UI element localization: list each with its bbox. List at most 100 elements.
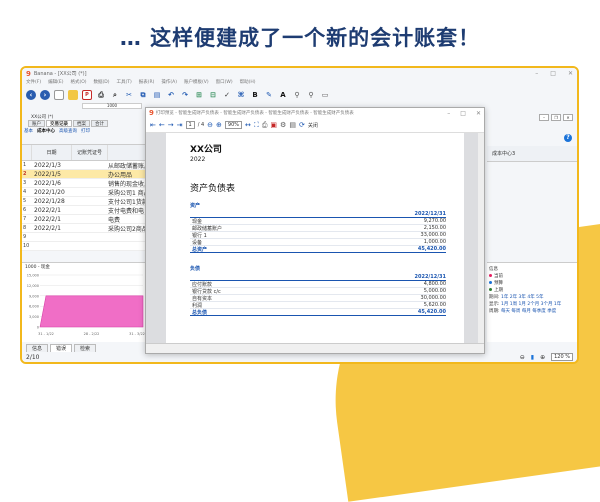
show-links[interactable]: 1月 1周 1月 2个月 3个月 1年 — [501, 302, 561, 307]
line-label: 银行 1 — [192, 232, 207, 239]
row-number-box[interactable]: 1000 — [82, 103, 142, 109]
replace-icon[interactable]: ⚲ — [306, 90, 316, 100]
x-tick-label: 28 - 2/22 — [84, 332, 100, 336]
preview-zoom-select[interactable]: 90% — [224, 121, 243, 129]
bold-icon[interactable]: B — [250, 90, 260, 100]
close-icon[interactable]: ✕ — [568, 70, 573, 77]
last-page-icon[interactable]: ⇥ — [177, 121, 183, 129]
tab-accounts[interactable]: 账户 — [28, 120, 45, 127]
new-file-icon[interactable] — [54, 90, 64, 100]
column-cost-center-3[interactable]: 成本中心3 — [487, 146, 577, 162]
cell-date[interactable]: 2022/1/6 — [32, 180, 72, 187]
doc-restore-icon[interactable]: ❐ — [551, 114, 561, 121]
zoom-out-icon[interactable]: ⊖ — [520, 354, 525, 361]
page-number-input[interactable]: 1 — [185, 121, 195, 129]
zoom-slider[interactable]: ▮ — [531, 354, 534, 361]
info-heading: 信息 — [489, 267, 498, 272]
check-icon[interactable]: ✓ — [222, 90, 232, 100]
zoom-in-icon[interactable]: ⊕ — [540, 354, 545, 361]
undo-icon[interactable]: ↶ — [166, 90, 176, 100]
view-print[interactable]: 打印 — [81, 128, 90, 134]
tab-transactions[interactable]: 交易记录 — [46, 120, 72, 127]
preview-minimize-icon[interactable]: – — [447, 110, 450, 117]
print-icon[interactable]: ⎙ — [262, 121, 268, 130]
menu-window[interactable]: 窗口(W) — [216, 79, 233, 87]
print-icon[interactable]: ⎙ — [96, 90, 106, 100]
column-voucher[interactable]: 记账凭证号 — [72, 145, 108, 160]
attach-icon[interactable]: ⌘ — [236, 90, 246, 100]
menu-data[interactable]: 数据(D) — [94, 79, 110, 87]
tab-totals[interactable]: 合计 — [91, 120, 108, 127]
page-setup-icon[interactable]: ▤ — [289, 121, 296, 129]
paste-icon[interactable]: ▤ — [152, 90, 162, 100]
view-basic[interactable]: 基本 — [24, 128, 33, 134]
cell-date[interactable]: 2022/1/5 — [32, 171, 72, 178]
help-icon[interactable]: ? — [564, 134, 572, 142]
menu-tools[interactable]: 工具(T) — [117, 79, 132, 87]
view-tab-bar: 基本 成本中心 高级查询 打印 — [22, 127, 152, 134]
cut-icon[interactable]: ✂ — [124, 90, 134, 100]
cell-date[interactable]: 2022/2/1 — [32, 216, 72, 223]
pdf-icon[interactable]: P — [82, 90, 92, 100]
doc-close-icon[interactable]: ✕ — [563, 114, 573, 121]
row-position: 2/10 — [26, 353, 40, 361]
insert-row-icon[interactable]: ⊞ — [194, 90, 204, 100]
tab-archive[interactable]: 档案 — [73, 120, 90, 127]
open-folder-icon[interactable] — [68, 90, 78, 100]
zoom-level[interactable]: 120 % — [551, 353, 573, 361]
preview-icon[interactable]: ⌕ — [110, 90, 120, 100]
column-date[interactable]: 日期 — [32, 145, 72, 160]
menu-format[interactable]: 格式(O) — [70, 79, 86, 87]
view-advanced[interactable]: 高级查询 — [59, 128, 77, 134]
menu-edit[interactable]: 编辑(E) — [48, 79, 63, 87]
fit-page-icon[interactable]: ⛶ — [254, 121, 259, 130]
preview-horizontal-scrollbar[interactable] — [146, 343, 484, 353]
delete-row-icon[interactable]: ⊟ — [208, 90, 218, 100]
menu-file[interactable]: 文件(F) — [26, 79, 41, 87]
copy-icon[interactable]: ⧉ — [138, 90, 148, 100]
right-pane: – ❐ ✕ ? 成本中心3 信息 当前 预算 上期 期间: 1年 2年 3年 4… — [487, 112, 577, 352]
menu-templates[interactable]: 账户模板(V) — [184, 79, 209, 87]
menu-help[interactable]: 帮助(H) — [240, 79, 256, 87]
next-page-icon[interactable]: → — [168, 121, 174, 129]
doc-minimize-icon[interactable]: – — [539, 114, 549, 121]
cash-balance-area — [39, 295, 144, 328]
line-amount: 1,000.00 — [423, 239, 446, 245]
cycle-links[interactable]: 每天 每周 每月 每季度 季度 — [501, 309, 556, 314]
minimize-icon[interactable]: – — [535, 70, 538, 77]
period-links[interactable]: 1年 2年 3年 4年 5年 — [501, 295, 544, 300]
zoom-in-icon[interactable]: ⊕ — [216, 121, 222, 129]
preview-close-icon[interactable]: ✕ — [476, 110, 481, 117]
font-color-icon[interactable]: A — [278, 90, 288, 100]
menu-reports[interactable]: 报表(R) — [139, 79, 155, 87]
pen-icon[interactable]: ✎ — [264, 90, 274, 100]
maximize-icon[interactable]: □ — [550, 70, 556, 77]
budget-dot-icon — [489, 281, 492, 284]
show-row: 显示: 1月 1周 1月 2个月 3个月 1年 — [489, 301, 575, 308]
close-preview-button[interactable]: 关闭 — [308, 122, 318, 129]
layout-icon[interactable]: ▭ — [320, 90, 330, 100]
pdf-export-icon[interactable]: ▣ — [270, 121, 277, 129]
fit-width-icon[interactable]: ↔ — [245, 121, 251, 129]
line-amount: 30,000.00 — [420, 295, 446, 301]
cell-date[interactable]: 2022/1/3 — [32, 162, 72, 169]
view-cost-center[interactable]: 成本中心 — [37, 128, 55, 134]
settings-gear-icon[interactable]: ⚙ — [280, 121, 286, 129]
cell-date[interactable]: 2022/1/28 — [32, 198, 72, 205]
redo-icon[interactable]: ↷ — [180, 90, 190, 100]
back-icon[interactable]: ‹ — [26, 90, 36, 100]
cell-date[interactable]: 2022/2/1 — [32, 225, 72, 232]
preview-maximize-icon[interactable]: □ — [460, 110, 466, 117]
prev-page-icon[interactable]: ← — [159, 121, 165, 129]
find-icon[interactable]: ⚲ — [292, 90, 302, 100]
first-page-icon[interactable]: ⇤ — [150, 121, 156, 129]
company-name: XX公司 — [190, 145, 222, 155]
cell-date[interactable]: 2022/2/1 — [32, 207, 72, 214]
menu-bar: 文件(F) 编辑(E) 格式(O) 数据(D) 工具(T) 报表(R) 操作(A… — [22, 79, 577, 87]
menu-actions[interactable]: 操作(A) — [161, 79, 177, 87]
forward-icon[interactable]: › — [40, 90, 50, 100]
preview-vertical-scrollbar[interactable] — [478, 133, 484, 345]
refresh-icon[interactable]: ⟳ — [299, 121, 305, 129]
cell-date[interactable]: 2022/1/20 — [32, 189, 72, 196]
zoom-out-icon[interactable]: ⊖ — [207, 121, 213, 129]
